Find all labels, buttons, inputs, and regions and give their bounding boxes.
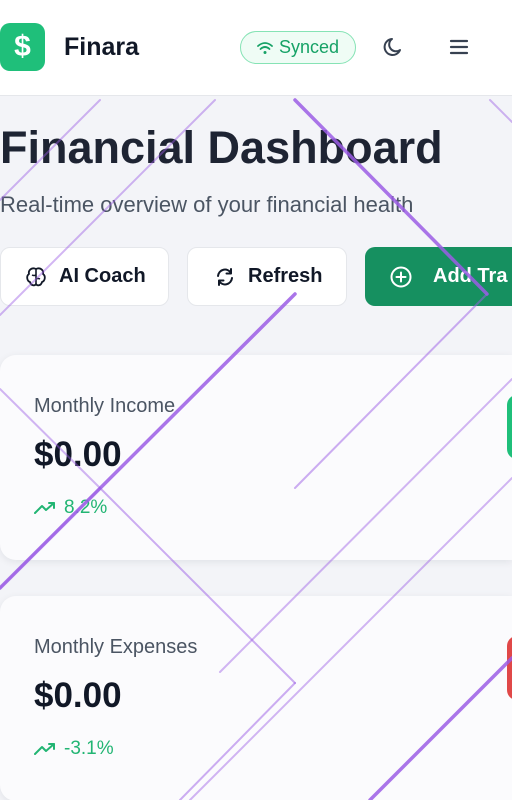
trend-up-icon [34, 502, 55, 514]
refresh-label: Refresh [248, 265, 323, 287]
page-title: Financial Dashboard [0, 122, 443, 173]
card-value: $0.00 [34, 435, 122, 474]
card-label: Monthly Expenses [34, 636, 198, 658]
trend-value: -3.1% [64, 738, 114, 759]
ai-coach-label: AI Coach [59, 265, 146, 287]
ai-coach-button[interactable]: AI Coach [0, 247, 169, 306]
theme-toggle-button[interactable] [378, 32, 408, 62]
card-label: Monthly Income [34, 395, 176, 417]
income-card: Monthly Income $0.00 8.2% [0, 355, 512, 560]
menu-button[interactable] [444, 32, 474, 62]
sync-status-badge: Synced [240, 31, 356, 64]
card-value: $0.00 [34, 676, 122, 715]
app-name: Finara [64, 33, 140, 61]
refresh-icon [217, 267, 233, 286]
expenses-icon-tile [507, 636, 512, 700]
wifi-icon [257, 41, 273, 54]
brain-icon [26, 266, 46, 286]
expenses-card: Monthly Expenses $0.00 -3.1% [0, 596, 512, 800]
dollar-icon: $ [14, 30, 31, 63]
plus-circle-icon [390, 266, 412, 287]
moon-icon [383, 38, 401, 56]
trend-up-icon [34, 743, 55, 755]
app-header: $ Finara Synced [0, 0, 512, 96]
page-subtitle: Real-time overview of your financial hea… [0, 192, 414, 217]
income-icon-tile [507, 395, 512, 459]
card-trend: 8.2% [34, 497, 107, 519]
sync-status-label: Synced [278, 37, 340, 57]
add-transaction-button[interactable]: Add Tra [365, 247, 512, 306]
card-trend: -3.1% [34, 738, 114, 760]
refresh-button[interactable]: Refresh [187, 247, 347, 306]
menu-icon [449, 39, 469, 55]
add-transaction-label: Add Tra [433, 265, 508, 287]
trend-value: 8.2% [64, 497, 108, 518]
app-logo[interactable]: $ [0, 23, 45, 71]
